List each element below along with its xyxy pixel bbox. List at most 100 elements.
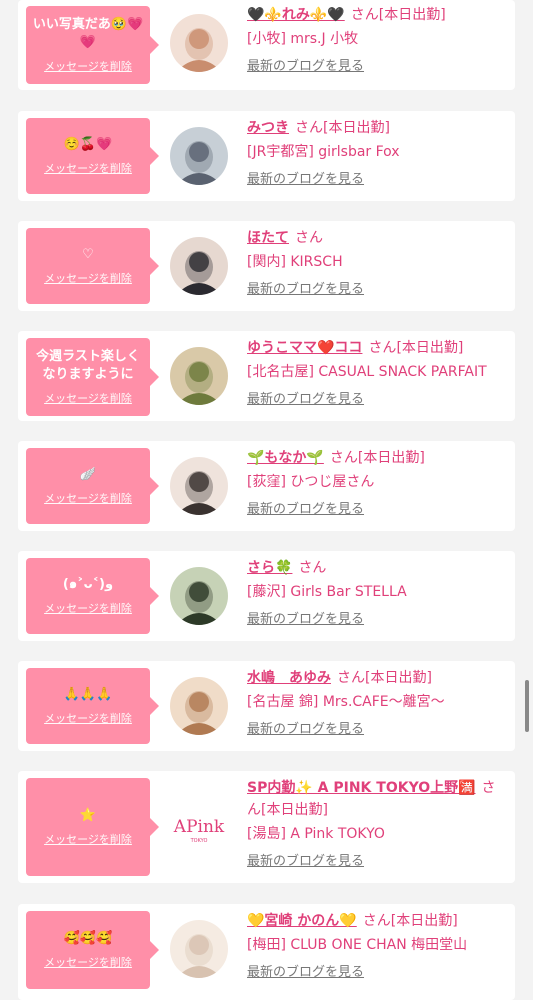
message-bubble: ♡ メッセージを削除: [26, 228, 159, 304]
cast-name-link[interactable]: ゆうこママ❤️ココ: [247, 340, 362, 356]
delete-message-link[interactable]: メッセージを削除: [44, 490, 132, 506]
attendance-badge: [本日出勤]: [378, 7, 446, 23]
shop-info: [小牧] mrs.J 小牧: [247, 31, 359, 47]
honorific: さん: [295, 120, 323, 136]
message-text: ☺️🍒💗: [63, 137, 113, 152]
profile-info: ゆうこママ❤️ココ さん[本日出勤] [北名古屋] CASUAL SNACK PAR…: [247, 337, 507, 411]
honorific: さん: [337, 670, 365, 686]
latest-blog-link[interactable]: 最新のブログを見る: [247, 609, 507, 631]
avatar[interactable]: [170, 457, 228, 515]
latest-blog-link[interactable]: 最新のブログを見る: [247, 499, 507, 521]
attendance-badge: [本日出勤]: [396, 340, 464, 356]
message-card: 🪽 メッセージを削除 🌱もなか🌱 さん[本日出勤] [荻窪] ひつじ屋さん最新のブログを…: [18, 441, 515, 531]
name-line: さら🍀 さん: [247, 557, 507, 579]
honorific: さん: [298, 560, 327, 576]
latest-blog-link[interactable]: 最新のブログを見る: [247, 719, 507, 741]
avatar[interactable]: [170, 127, 228, 185]
delete-message-link[interactable]: メッセージを削除: [44, 390, 132, 406]
cast-name-link[interactable]: 🖤⚜️れみ⚜️🖤: [247, 7, 345, 23]
avatar[interactable]: APink TOKYO: [170, 798, 228, 856]
name-line: 💛宮崎 かのん💛 さん[本日出勤]: [247, 910, 507, 932]
shop-info: [藤沢] Girls Bar STELLA: [247, 584, 407, 600]
avatar[interactable]: [170, 347, 228, 405]
delete-message-link[interactable]: メッセージを削除: [44, 600, 132, 616]
message-bubble: 🙏🙏🙏 メッセージを削除: [26, 668, 159, 744]
message-text: 今週ラスト楽しくなりますように: [36, 349, 140, 382]
attendance-badge: [本日出勤]: [261, 802, 328, 818]
svg-text:TOKYO: TOKYO: [190, 838, 208, 844]
profile-info: 💛宮崎 かのん💛 さん[本日出勤] [梅田] CLUB ONE CHAN 梅田堂山最…: [247, 910, 507, 984]
shop-info: [北名古屋] CASUAL SNACK PARFAIT: [247, 364, 487, 380]
message-text: いい写真だあ🥹💗💗: [32, 17, 144, 50]
honorific: さん: [329, 450, 358, 466]
profile-info: ほたて さん [関内] KIRSCH 最新のブログを見る: [247, 227, 507, 301]
cast-name-link[interactable]: みつき: [247, 120, 289, 136]
latest-blog-link[interactable]: 最新のブログを見る: [247, 56, 507, 78]
avatar[interactable]: [170, 14, 228, 72]
avatar[interactable]: [170, 677, 228, 735]
cast-name-link[interactable]: ほたて: [247, 230, 289, 246]
delete-message-link[interactable]: メッセージを削除: [44, 954, 132, 970]
name-line: ゆうこママ❤️ココ さん[本日出勤]: [247, 337, 507, 359]
attendance-badge: [本日出勤]: [357, 450, 425, 466]
delete-message-link[interactable]: メッセージを削除: [44, 160, 132, 176]
delete-message-link[interactable]: メッセージを削除: [44, 710, 132, 726]
profile-info: さら🍀 さん [藤沢] Girls Bar STELLA 最新のブログを見る: [247, 557, 507, 631]
message-bubble: (๑˃ᴗ˂)ﻭ メッセージを削除: [26, 558, 159, 634]
name-line: 🌱もなか🌱 さん[本日出勤]: [247, 447, 507, 469]
message-bubble: ☺️🍒💗 メッセージを削除: [26, 118, 159, 194]
message-bubble: 🥰🥰🥰 メッセージを削除: [26, 911, 159, 989]
message-text: 🥰🥰🥰: [63, 931, 113, 946]
scrollbar[interactable]: [525, 680, 529, 732]
latest-blog-link[interactable]: 最新のブログを見る: [247, 851, 507, 873]
message-text: (๑˃ᴗ˂)ﻭ: [62, 577, 114, 592]
latest-blog-link[interactable]: 最新のブログを見る: [247, 962, 507, 984]
message-bubble: 🪽 メッセージを削除: [26, 448, 159, 524]
message-text: ♡: [82, 247, 94, 262]
shop-info: [JR宇都宮] girlsbar Fox: [247, 144, 400, 160]
profile-info: みつき さん[本日出勤] [JR宇都宮] girlsbar Fox 最新のブログを見る: [247, 117, 507, 191]
name-line: ほたて さん: [247, 227, 507, 249]
name-line: みつき さん[本日出勤]: [247, 117, 507, 139]
shop-info: [湯島] A Pink TOKYO: [247, 826, 385, 842]
avatar[interactable]: [170, 920, 228, 978]
avatar[interactable]: [170, 237, 228, 295]
avatar[interactable]: [170, 567, 228, 625]
cast-name-link[interactable]: 水嶋 あゆみ: [247, 670, 331, 686]
message-text: 🙏🙏🙏: [63, 687, 113, 702]
cast-name-link[interactable]: 🌱もなか🌱: [247, 450, 324, 466]
latest-blog-link[interactable]: 最新のブログを見る: [247, 169, 507, 191]
shop-info: [荻窪] ひつじ屋さん: [247, 474, 375, 490]
message-bubble: ⭐️ メッセージを削除: [26, 778, 159, 876]
attendance-badge: [本日出勤]: [323, 120, 390, 136]
latest-blog-link[interactable]: 最新のブログを見る: [247, 389, 507, 411]
profile-info: 🌱もなか🌱 さん[本日出勤] [荻窪] ひつじ屋さん最新のブログを見る: [247, 447, 507, 521]
message-card: 今週ラスト楽しくなりますようにメッセージを削除 ゆうこママ❤️ココ さん[本日出勤]…: [18, 331, 515, 421]
latest-blog-link[interactable]: 最新のブログを見る: [247, 279, 507, 301]
name-line: 水嶋 あゆみ さん[本日出勤]: [247, 667, 507, 689]
shop-info: [関内] KIRSCH: [247, 254, 343, 270]
svg-text:APink: APink: [173, 817, 225, 837]
message-card: ☺️🍒💗 メッセージを削除 みつき さん[本日出勤] [JR宇都宮] girlsbar …: [18, 111, 515, 201]
shop-info: [梅田] CLUB ONE CHAN 梅田堂山: [247, 937, 468, 953]
message-card: いい写真だあ🥹💗💗 メッセージを削除 🖤⚜️れみ⚜️🖤 さん[本日出勤] [小牧] mr…: [18, 0, 515, 90]
cast-name-link[interactable]: SP内勤✨ A PINK TOKYO上野🈵: [247, 780, 476, 796]
name-line: 🖤⚜️れみ⚜️🖤 さん[本日出勤]: [247, 4, 507, 26]
message-text: ⭐️: [79, 808, 97, 823]
message-bubble: 今週ラスト楽しくなりますようにメッセージを削除: [26, 338, 159, 416]
message-card: (๑˃ᴗ˂)ﻭ メッセージを削除 さら🍀 さん [藤沢] Girls Bar STELL…: [18, 551, 515, 641]
message-bubble: いい写真だあ🥹💗💗 メッセージを削除: [26, 6, 159, 84]
message-card: ♡ メッセージを削除 ほたて さん [関内] KIRSCH 最新のブログを見る: [18, 221, 515, 311]
honorific: さん: [362, 913, 391, 929]
attendance-badge: [本日出勤]: [365, 670, 432, 686]
delete-message-link[interactable]: メッセージを削除: [44, 831, 132, 847]
honorific: さん: [295, 230, 323, 246]
delete-message-link[interactable]: メッセージを削除: [44, 270, 132, 286]
delete-message-link[interactable]: メッセージを削除: [44, 58, 132, 74]
message-card: 🥰🥰🥰 メッセージを削除 💛宮崎 かのん💛 さん[本日出勤] [梅田] CLUB ONE…: [18, 904, 515, 1000]
cast-name-link[interactable]: さら🍀: [247, 560, 292, 576]
profile-info: 🖤⚜️れみ⚜️🖤 さん[本日出勤] [小牧] mrs.J 小牧最新のブログを見る: [247, 4, 507, 78]
attendance-badge: [本日出勤]: [390, 913, 458, 929]
name-line: SP内勤✨ A PINK TOKYO上野🈵 さん[本日出勤]: [247, 777, 507, 821]
cast-name-link[interactable]: 💛宮崎 かのん💛: [247, 913, 357, 929]
